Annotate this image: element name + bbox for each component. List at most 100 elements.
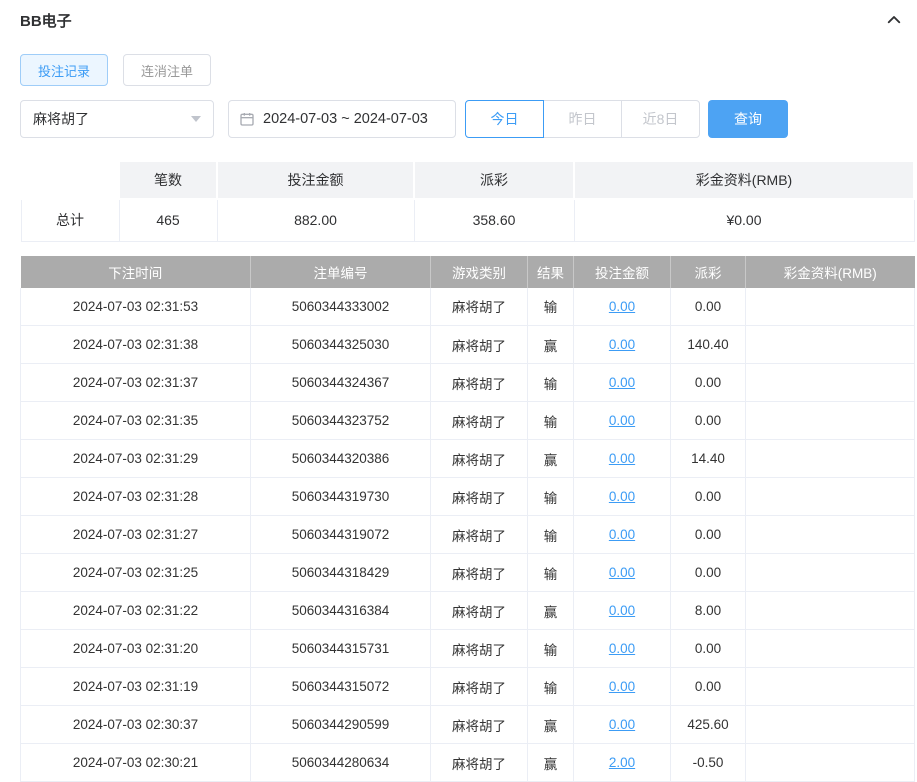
- game-type-cell: 麻将胡了: [431, 592, 528, 630]
- bet-amount-cell: 0.00: [574, 402, 671, 440]
- bet-time-cell: 2024-07-03 02:31:25: [21, 554, 251, 592]
- bonus-cell: [746, 288, 915, 326]
- result-cell: 输: [528, 478, 574, 516]
- bet-amount-link[interactable]: 0.00: [609, 603, 635, 618]
- bet-time-cell: 2024-07-03 02:31:38: [21, 326, 251, 364]
- bet-time-cell: 2024-07-03 02:31:35: [21, 402, 251, 440]
- game-select-value: 麻将胡了: [33, 109, 89, 129]
- bet-amount-link[interactable]: 0.00: [609, 337, 635, 352]
- result-cell: 输: [528, 402, 574, 440]
- calendar-icon: [239, 111, 255, 127]
- table-row: 2024-07-03 02:31:38 5060344325030 麻将胡了 赢…: [21, 326, 915, 364]
- date-range-picker[interactable]: 2024-07-03 ~ 2024-07-03: [228, 100, 456, 138]
- result-cell: 赢: [528, 744, 574, 782]
- page-title: BB电子: [20, 10, 72, 31]
- bet-records-panel: BB电子 投注记录 连消注单 麻将胡了 2024-07-03 ~ 2024-07…: [0, 0, 917, 782]
- today-button[interactable]: 今日: [465, 100, 544, 138]
- bet-time-cell: 2024-07-03 02:31:22: [21, 592, 251, 630]
- order-number-cell: 5060344325030: [251, 326, 431, 364]
- order-number-cell: 5060344315731: [251, 630, 431, 668]
- bet-amount-cell: 2.00: [574, 744, 671, 782]
- tab-bet-records[interactable]: 投注记录: [20, 54, 108, 86]
- summary-total-label: 总计: [21, 199, 119, 241]
- summary-header-payout: 派彩: [414, 161, 574, 199]
- bonus-cell: [746, 440, 915, 478]
- bet-amount-link[interactable]: 0.00: [609, 565, 635, 580]
- result-cell: 输: [528, 668, 574, 706]
- summary-bet-amount-value: 882.00: [217, 199, 414, 241]
- order-number-cell: 5060344280634: [251, 744, 431, 782]
- game-type-cell: 麻将胡了: [431, 326, 528, 364]
- tab-cancelled-orders[interactable]: 连消注单: [123, 54, 211, 86]
- game-type-cell: 麻将胡了: [431, 554, 528, 592]
- col-bet-amount: 投注金额: [574, 256, 671, 288]
- order-number-cell: 5060344323752: [251, 402, 431, 440]
- payout-cell: 0.00: [671, 554, 746, 592]
- date-range-value: 2024-07-03 ~ 2024-07-03: [263, 111, 428, 127]
- bet-amount-link[interactable]: 0.00: [609, 489, 635, 504]
- collapse-chevron-up-icon[interactable]: [885, 11, 903, 29]
- bet-amount-link[interactable]: 0.00: [609, 527, 635, 542]
- game-type-cell: 麻将胡了: [431, 440, 528, 478]
- col-bonus: 彩金资料(RMB): [746, 256, 915, 288]
- bet-amount-link[interactable]: 0.00: [609, 413, 635, 428]
- table-row: 2024-07-03 02:31:35 5060344323752 麻将胡了 输…: [21, 402, 915, 440]
- panel-header: BB电子: [20, 8, 915, 32]
- order-number-cell: 5060344333002: [251, 288, 431, 326]
- game-select[interactable]: 麻将胡了: [20, 100, 214, 138]
- bonus-cell: [746, 744, 915, 782]
- bet-amount-link[interactable]: 0.00: [609, 451, 635, 466]
- bet-amount-cell: 0.00: [574, 478, 671, 516]
- bet-amount-cell: 0.00: [574, 668, 671, 706]
- game-type-cell: 麻将胡了: [431, 364, 528, 402]
- bet-amount-link[interactable]: 0.00: [609, 375, 635, 390]
- game-type-cell: 麻将胡了: [431, 288, 528, 326]
- game-type-cell: 麻将胡了: [431, 478, 528, 516]
- bet-table-body: 2024-07-03 02:31:53 5060344333002 麻将胡了 输…: [21, 288, 915, 782]
- game-type-cell: 麻将胡了: [431, 630, 528, 668]
- payout-cell: 0.00: [671, 402, 746, 440]
- summary-count-value: 465: [119, 199, 217, 241]
- col-game-type: 游戏类别: [431, 256, 528, 288]
- bet-amount-cell: 0.00: [574, 516, 671, 554]
- bet-amount-link[interactable]: 0.00: [609, 717, 635, 732]
- col-order-number: 注单编号: [251, 256, 431, 288]
- result-cell: 赢: [528, 440, 574, 478]
- table-row: 2024-07-03 02:31:28 5060344319730 麻将胡了 输…: [21, 478, 915, 516]
- search-button[interactable]: 查询: [708, 100, 788, 138]
- result-cell: 输: [528, 516, 574, 554]
- table-row: 2024-07-03 02:30:21 5060344280634 麻将胡了 赢…: [21, 744, 915, 782]
- order-number-cell: 5060344318429: [251, 554, 431, 592]
- payout-cell: -0.50: [671, 744, 746, 782]
- result-cell: 输: [528, 288, 574, 326]
- game-type-cell: 麻将胡了: [431, 744, 528, 782]
- bet-time-cell: 2024-07-03 02:31:27: [21, 516, 251, 554]
- bet-amount-link[interactable]: 2.00: [609, 755, 635, 770]
- result-cell: 赢: [528, 706, 574, 744]
- summary-header-bonus: 彩金资料(RMB): [574, 161, 914, 199]
- bet-amount-link[interactable]: 0.00: [609, 679, 635, 694]
- payout-cell: 8.00: [671, 592, 746, 630]
- bet-records-table: 下注时间 注单编号 游戏类别 结果 投注金额 派彩 彩金资料(RMB) 2024…: [20, 256, 915, 782]
- payout-cell: 0.00: [671, 668, 746, 706]
- game-type-cell: 麻将胡了: [431, 706, 528, 744]
- bonus-cell: [746, 364, 915, 402]
- bet-amount-link[interactable]: 0.00: [609, 641, 635, 656]
- bet-time-cell: 2024-07-03 02:30:21: [21, 744, 251, 782]
- yesterday-button[interactable]: 昨日: [543, 100, 622, 138]
- order-number-cell: 5060344315072: [251, 668, 431, 706]
- table-row: 2024-07-03 02:31:53 5060344333002 麻将胡了 输…: [21, 288, 915, 326]
- table-row: 2024-07-03 02:31:25 5060344318429 麻将胡了 输…: [21, 554, 915, 592]
- summary-total-row: 总计 465 882.00 358.60 ¥0.00: [21, 199, 914, 241]
- order-number-cell: 5060344319730: [251, 478, 431, 516]
- order-number-cell: 5060344324367: [251, 364, 431, 402]
- table-row: 2024-07-03 02:31:29 5060344320386 麻将胡了 赢…: [21, 440, 915, 478]
- order-number-cell: 5060344290599: [251, 706, 431, 744]
- bet-amount-cell: 0.00: [574, 288, 671, 326]
- summary-header-bet-amount: 投注金额: [217, 161, 414, 199]
- bet-time-cell: 2024-07-03 02:31:53: [21, 288, 251, 326]
- bet-amount-link[interactable]: 0.00: [609, 299, 635, 314]
- table-row: 2024-07-03 02:31:19 5060344315072 麻将胡了 输…: [21, 668, 915, 706]
- bonus-cell: [746, 478, 915, 516]
- last-8-days-button[interactable]: 近8日: [621, 100, 700, 138]
